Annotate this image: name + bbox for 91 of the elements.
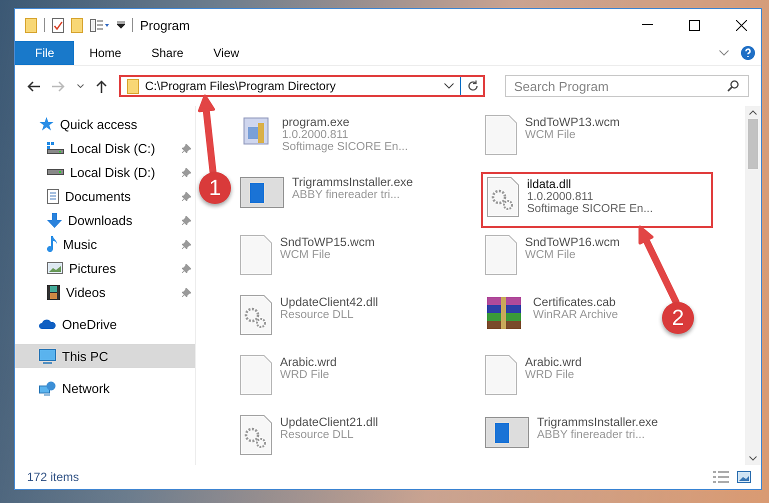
file-name: program.exe	[282, 115, 350, 129]
file-menu-tab[interactable]: File	[15, 41, 74, 65]
sidebar-item[interactable]: Pictures	[15, 256, 195, 280]
down-arrow-icon	[47, 212, 62, 228]
back-arrow-icon[interactable]	[27, 80, 40, 92]
highlighted-file-item[interactable]: ildata.dll 1.0.2000.811 Softimage SICORE En...	[481, 172, 713, 228]
gear-file-icon	[240, 295, 272, 335]
music-note-icon	[47, 236, 57, 252]
drive-icon	[47, 142, 64, 154]
file-name: Arabic.wrd	[280, 355, 337, 369]
scroll-up-icon[interactable]	[749, 110, 757, 115]
up-arrow-icon[interactable]	[96, 80, 107, 92]
file-name: ildata.dll	[527, 177, 572, 191]
pin-icon[interactable]	[182, 192, 191, 200]
pin-icon[interactable]	[182, 168, 191, 176]
file-name: TrigrammsInstaller.exe	[537, 415, 658, 429]
file-detail: ABBY finereader tri...	[537, 429, 646, 441]
monitor-icon	[39, 348, 56, 364]
file-detail: ABBY finereader tri...	[292, 189, 401, 201]
file-detail: WRD File	[280, 369, 330, 381]
window-title: Program	[140, 18, 190, 32]
checklist-icon[interactable]	[52, 18, 64, 32]
file-detail: Softimage SICORE En...	[527, 203, 653, 215]
refresh-icon[interactable]	[467, 80, 479, 92]
blank-file-icon	[240, 355, 272, 395]
properties-icon[interactable]	[90, 18, 110, 32]
sidebar-item[interactable]: Documents	[15, 184, 195, 208]
details-view-icon[interactable]	[713, 471, 729, 483]
scrollbar-thumb[interactable]	[748, 119, 758, 169]
file-detail: WinRAR Archive	[533, 309, 618, 321]
star-icon	[39, 117, 54, 131]
film-icon	[47, 284, 60, 300]
address-bar[interactable]: C:\Program Files\Program Directory	[119, 75, 485, 97]
file-name: UpdateClient42.dll	[280, 295, 378, 309]
file-detail: Resource DLL	[280, 309, 355, 321]
file-name: UpdateClient21.dll	[280, 415, 378, 429]
network-icon	[39, 380, 56, 396]
sidebar-item[interactable]: Music	[15, 232, 195, 256]
file-detail: Softimage SICORE En...	[282, 141, 408, 153]
sidebar-item[interactable]: Network	[15, 376, 195, 400]
search-field[interactable]: Search Program	[505, 75, 749, 97]
sidebar-item[interactable]: Local Disk (D:)	[15, 160, 195, 184]
drive-icon	[47, 169, 64, 175]
maximize-icon[interactable]	[689, 20, 700, 30]
gear-file-icon	[240, 415, 272, 455]
cloud-icon	[39, 319, 56, 329]
file-detail: WCM File	[525, 129, 576, 141]
thumbnail-view-icon[interactable]	[737, 471, 751, 483]
file-name: SndToWP15.wcm	[280, 235, 375, 249]
sidebar-item[interactable]: This PC	[15, 344, 195, 368]
pin-icon[interactable]	[182, 216, 191, 224]
blank-file-icon	[485, 115, 517, 155]
file-name: SndToWP13.wcm	[525, 115, 620, 129]
blank-file-icon	[240, 235, 272, 275]
window-icon	[485, 415, 529, 449]
sidebar-item[interactable]: Quick access	[15, 112, 195, 136]
sidebar-item[interactable]: Downloads	[15, 208, 195, 232]
blank-file-icon	[485, 355, 517, 395]
file-name: TrigrammsInstaller.exe	[292, 175, 413, 189]
file-detail: WRD File	[525, 369, 576, 381]
search-icon	[727, 80, 739, 92]
scrollbar[interactable]	[745, 106, 761, 465]
file-detail: Resource DLL	[280, 429, 355, 441]
scroll-down-icon[interactable]	[749, 456, 757, 461]
document-icon	[47, 188, 59, 204]
help-icon[interactable]	[741, 46, 755, 60]
sidebar-item[interactable]: Local Disk (C:)	[15, 136, 195, 160]
pin-icon[interactable]	[182, 240, 191, 248]
file-detail: 1.0.2000.811	[282, 129, 350, 141]
folder-icon	[127, 78, 139, 94]
sidebar-item[interactable]: Videos	[15, 280, 195, 304]
window-icon	[240, 175, 284, 209]
dropdown-icon[interactable]	[117, 21, 125, 29]
file-name: Arabic.wrd	[525, 355, 582, 369]
blank-file-icon	[485, 235, 517, 275]
file-detail: 1.0.2000.811	[527, 191, 594, 203]
pin-icon[interactable]	[182, 144, 191, 152]
file-name: SndToWP16.wcm	[525, 235, 620, 249]
chevron-down-icon[interactable]	[444, 83, 454, 89]
pin-icon[interactable]	[182, 288, 191, 296]
file-detail: WCM File	[525, 249, 576, 261]
pin-icon[interactable]	[182, 264, 191, 272]
picture-icon	[47, 262, 63, 274]
item-count: 172 items	[27, 470, 80, 484]
file-name: Certificates.cab	[533, 295, 617, 309]
file-detail: WCM File	[280, 249, 332, 261]
sidebar-item[interactable]: OneDrive	[15, 312, 195, 336]
close-icon[interactable]	[736, 20, 747, 30]
minimize-icon[interactable]	[642, 24, 653, 26]
recent-dropdown-icon[interactable]	[77, 84, 84, 88]
gear-file-icon	[487, 177, 519, 217]
